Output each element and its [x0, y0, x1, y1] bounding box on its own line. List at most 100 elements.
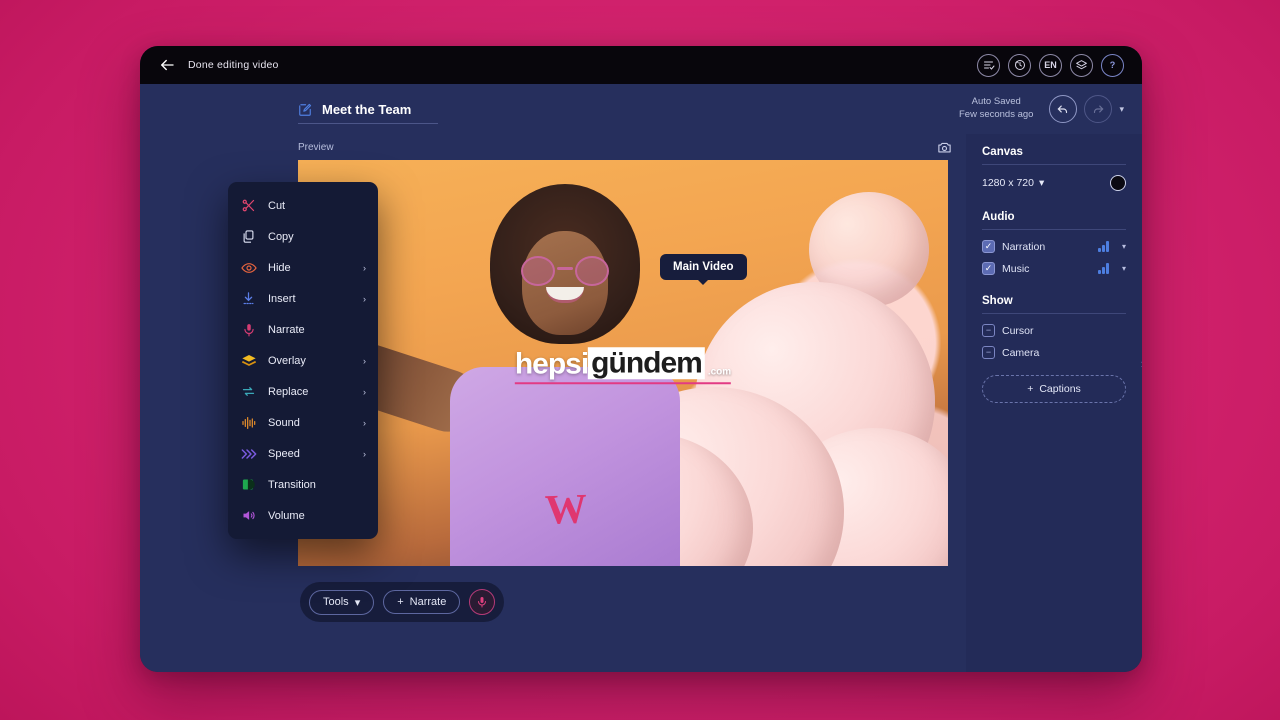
context-menu-item-label: Overlay — [268, 355, 306, 367]
narrate-button[interactable]: + Narrate — [383, 590, 460, 614]
project-title-group[interactable]: Meet the Team — [298, 102, 438, 124]
done-editing-label[interactable]: Done editing video — [188, 59, 279, 71]
autosave-line-1: Auto Saved — [959, 96, 1033, 109]
main-video-tooltip: Main Video — [660, 254, 747, 280]
back-arrow-icon[interactable] — [158, 56, 176, 74]
chevron-down-icon: ▾ — [1039, 177, 1044, 189]
preview-label: Preview — [298, 142, 334, 153]
tools-button-label: Tools — [323, 596, 349, 608]
resolution-value: 1280 x 720 — [982, 177, 1034, 189]
music-checkbox[interactable]: ✓ — [982, 262, 995, 275]
chevron-right-icon: › — [363, 356, 366, 366]
context-menu: CutCopyHide›Insert›NarrateOverlay›Replac… — [228, 182, 378, 539]
context-menu-item-label: Insert — [268, 293, 296, 305]
context-menu-item-transition[interactable]: Transition — [228, 469, 378, 500]
context-menu-item-sound[interactable]: Sound › — [228, 407, 378, 438]
tools-button[interactable]: Tools ▾ — [309, 590, 374, 615]
help-icon[interactable]: ? — [1101, 54, 1124, 77]
equalizer-icon[interactable] — [1098, 263, 1109, 274]
camera-checkbox[interactable]: − — [982, 346, 995, 359]
properties-panel: Canvas 1280 x 720 ▾ Audio ✓ Narration ▾ … — [966, 134, 1142, 672]
narrate-button-label: Narrate — [410, 596, 447, 608]
volume-icon — [240, 507, 257, 524]
narration-label: Narration — [1002, 241, 1045, 253]
autosave-status: Auto Saved Few seconds ago — [959, 96, 1033, 122]
history-buttons: ▾ — [1049, 95, 1124, 123]
context-menu-item-label: Hide — [268, 262, 291, 274]
context-menu-item-label: Volume — [268, 510, 305, 522]
fast-forward-icon — [240, 445, 257, 462]
download-icon — [240, 290, 257, 307]
context-menu-item-cut[interactable]: Cut — [228, 190, 378, 221]
top-toolbar-icons: EN ? — [977, 54, 1124, 77]
app-window: Done editing video EN ? Meet the Team Au… — [140, 46, 1142, 672]
context-menu-item-overlay[interactable]: Overlay › — [228, 345, 378, 376]
lens-left — [521, 256, 555, 286]
context-menu-item-label: Speed — [268, 448, 300, 460]
context-menu-item-hide[interactable]: Hide › — [228, 252, 378, 283]
resolution-select[interactable]: 1280 x 720 ▾ — [982, 177, 1044, 189]
chevron-right-icon: › — [363, 294, 366, 304]
video-preview[interactable]: W hepsi gündem .c — [298, 160, 948, 566]
microphone-icon[interactable] — [469, 589, 495, 615]
canvas-row: 1280 x 720 ▾ — [982, 175, 1126, 191]
show-row-camera: − Camera — [982, 346, 1126, 359]
context-menu-item-volume[interactable]: Volume — [228, 500, 378, 531]
add-captions-button[interactable]: + Captions — [982, 375, 1126, 403]
history-more-caret[interactable]: ▾ — [1119, 104, 1124, 115]
cursor-checkbox[interactable]: − — [982, 324, 995, 337]
equalizer-icon[interactable] — [1098, 241, 1109, 252]
project-header: Meet the Team Auto Saved Few seconds ago… — [140, 84, 1142, 134]
context-menu-item-narrate[interactable]: Narrate — [228, 314, 378, 345]
top-toolbar: Done editing video EN ? — [140, 46, 1142, 84]
shirt: W — [450, 367, 680, 566]
chevron-right-icon: › — [363, 418, 366, 428]
context-menu-item-copy[interactable]: Copy — [228, 221, 378, 252]
sunglasses — [519, 256, 611, 286]
chevron-down-icon[interactable]: ▾ — [1122, 264, 1126, 273]
language-icon[interactable]: EN — [1039, 54, 1062, 77]
cursor-label: Cursor — [1002, 325, 1034, 337]
context-menu-item-speed[interactable]: Speed› — [228, 438, 378, 469]
show-row-cursor: − Cursor — [982, 324, 1126, 337]
autosave-line-2: Few seconds ago — [959, 109, 1033, 122]
canvas-color-swatch[interactable] — [1110, 175, 1126, 191]
plus-icon: + — [1027, 383, 1033, 395]
waveform-icon — [240, 414, 257, 431]
preview-bar: Preview — [298, 134, 966, 160]
chevron-right-icon: › — [363, 263, 366, 273]
video-frame-image: W — [298, 160, 948, 566]
chevron-down-icon[interactable]: ▾ — [1122, 242, 1126, 251]
person-figure: W — [415, 176, 714, 566]
project-name: Meet the Team — [322, 102, 411, 117]
lens-bridge — [557, 267, 573, 270]
camera-icon[interactable] — [937, 140, 952, 155]
camera-label: Camera — [1002, 347, 1039, 359]
context-menu-item-label: Sound — [268, 417, 300, 429]
chevron-right-icon: › — [363, 387, 366, 397]
undo-icon[interactable] — [1049, 95, 1077, 123]
eye-icon — [240, 259, 257, 276]
double-chevron-right-icon[interactable]: » — [1141, 356, 1142, 371]
context-menu-item-insert[interactable]: Insert › — [228, 283, 378, 314]
redo-icon[interactable] — [1084, 95, 1112, 123]
context-menu-item-label: Narrate — [268, 324, 305, 336]
context-menu-item-label: Transition — [268, 479, 316, 491]
swap-icon — [240, 383, 257, 400]
chevron-down-icon: ▾ — [355, 596, 361, 609]
shirt-graphic: W — [544, 486, 586, 535]
tools-bar: Tools ▾ + Narrate — [300, 582, 504, 622]
transition-icon — [240, 476, 257, 493]
history-icon[interactable] — [1008, 54, 1031, 77]
context-menu-item-replace[interactable]: Replace › — [228, 376, 378, 407]
context-menu-item-label: Replace — [268, 386, 308, 398]
audio-section-title: Audio — [982, 211, 1126, 230]
narration-checkbox[interactable]: ✓ — [982, 240, 995, 253]
lens-right — [575, 256, 609, 286]
copy-icon — [240, 228, 257, 245]
tasks-icon[interactable] — [977, 54, 1000, 77]
show-section-title: Show — [982, 295, 1126, 314]
edit-icon — [298, 103, 312, 117]
add-captions-label: Captions — [1039, 383, 1080, 395]
layers-icon[interactable] — [1070, 54, 1093, 77]
